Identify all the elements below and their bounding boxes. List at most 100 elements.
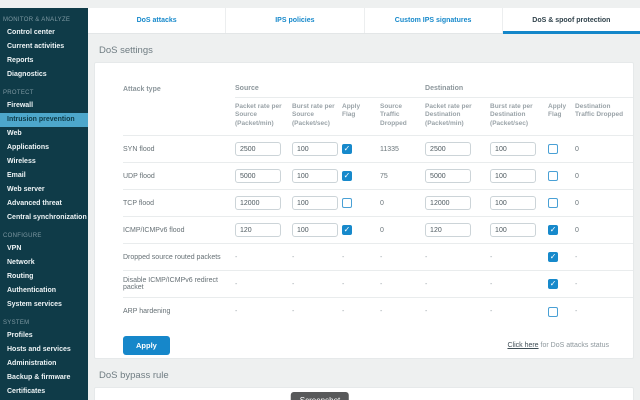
sidebar-item-profiles[interactable]: Profiles bbox=[0, 329, 88, 343]
input-udp-flood-src-rate[interactable] bbox=[235, 169, 281, 183]
sidebar-item-backup-firmware[interactable]: Backup & firmware bbox=[0, 371, 88, 385]
group-header-source: Source bbox=[235, 85, 425, 98]
cell-syn-flood-src-dropped: 11335 bbox=[380, 136, 425, 163]
sidebar-item-applications[interactable]: Applications bbox=[0, 141, 88, 155]
sidebar-item-system-services[interactable]: System services bbox=[0, 298, 88, 312]
column-header-src-burst: Burst rate per Source (Packet/sec) bbox=[292, 98, 342, 136]
cell-disable-icmp-icmpv6-redirect-packet-src-dropped: - bbox=[380, 271, 425, 298]
input-syn-flood-dst-burst[interactable] bbox=[490, 142, 536, 156]
column-header-dst-flag: Apply Flag bbox=[548, 98, 575, 136]
dos-settings-footer: Apply Click here for DoS attacks status bbox=[123, 336, 627, 355]
column-header-dst-burst: Burst rate per Destination (Packet/sec) bbox=[490, 98, 548, 136]
dos-settings-table: Attack typeSourceDestination Packet rate … bbox=[123, 85, 633, 325]
checkbox-udp-flood-dst-flag-unchecked[interactable] bbox=[548, 171, 558, 181]
input-icmp-icmpv6-flood-src-rate[interactable] bbox=[235, 223, 281, 237]
cell-tcp-flood-dst-dropped: 0 bbox=[575, 190, 633, 217]
input-icmp-icmpv6-flood-src-burst[interactable] bbox=[292, 223, 338, 237]
table-row-syn-flood: SYN flood 11335 0 bbox=[123, 136, 633, 163]
table-row-udp-flood: UDP flood750 bbox=[123, 163, 633, 190]
checkbox-tcp-flood-dst-flag-unchecked[interactable] bbox=[548, 198, 558, 208]
input-icmp-icmpv6-flood-dst-rate[interactable] bbox=[425, 223, 471, 237]
apply-button[interactable]: Apply bbox=[123, 336, 170, 355]
sidebar-item-certificates[interactable]: Certificates bbox=[0, 385, 88, 399]
screenshot-tooltip: Screenshot bbox=[291, 392, 349, 400]
input-udp-flood-dst-burst[interactable] bbox=[490, 169, 536, 183]
attack-type-label: SYN flood bbox=[123, 136, 235, 163]
cell-dropped-source-routed-packets-dst-rate: - bbox=[425, 244, 490, 271]
cell-icmp-icmpv6-flood-dst-dropped: 0 bbox=[575, 217, 633, 244]
input-icmp-icmpv6-flood-dst-burst[interactable] bbox=[490, 223, 536, 237]
cell-arp-hardening-src-flag: - bbox=[342, 298, 380, 325]
checkbox-udp-flood-src-flag-checked[interactable] bbox=[342, 171, 352, 181]
input-tcp-flood-dst-rate[interactable] bbox=[425, 196, 471, 210]
checkbox-icmp-icmpv6-flood-dst-flag-checked[interactable] bbox=[548, 225, 558, 235]
sidebar-item-email[interactable]: Email bbox=[0, 169, 88, 183]
table-row-dropped-source-routed-packets: Dropped source routed packets------- bbox=[123, 244, 633, 271]
group-header-destination: Destination bbox=[425, 85, 633, 98]
dos-bypass-rule-card bbox=[94, 387, 634, 400]
sidebar-section-header-protect: PROTECT bbox=[3, 90, 88, 96]
sidebar-item-wireless[interactable]: Wireless bbox=[0, 155, 88, 169]
cell-arp-hardening-src-dropped: - bbox=[380, 298, 425, 325]
sidebar-section-header-system: SYSTEM bbox=[3, 320, 88, 326]
sidebar-item-current-activities[interactable]: Current activities bbox=[0, 40, 88, 54]
sidebar-item-control-center[interactable]: Control center bbox=[0, 26, 88, 40]
dos-settings-title: DoS settings bbox=[99, 45, 634, 56]
input-syn-flood-src-burst[interactable] bbox=[292, 142, 338, 156]
table-row-arp-hardening: ARP hardening------- bbox=[123, 298, 633, 325]
sidebar-section-header-configure: CONFIGURE bbox=[3, 233, 88, 239]
dos-attacks-status-link[interactable]: Click here bbox=[507, 342, 538, 349]
sidebar-item-firewall[interactable]: Firewall bbox=[0, 99, 88, 113]
input-udp-flood-dst-rate[interactable] bbox=[425, 169, 471, 183]
sidebar-item-advanced-threat[interactable]: Advanced threat bbox=[0, 197, 88, 211]
dos-bypass-rule-title: DoS bypass rule bbox=[99, 370, 634, 381]
cell-dropped-source-routed-packets-src-flag: - bbox=[342, 244, 380, 271]
sidebar-item-web-server[interactable]: Web server bbox=[0, 183, 88, 197]
input-syn-flood-src-rate[interactable] bbox=[235, 142, 281, 156]
input-tcp-flood-src-burst[interactable] bbox=[292, 196, 338, 210]
input-tcp-flood-dst-burst[interactable] bbox=[490, 196, 536, 210]
sidebar-item-network[interactable]: Network bbox=[0, 256, 88, 270]
tab-ips-policies[interactable]: IPS policies bbox=[226, 8, 364, 33]
cell-udp-flood-dst-dropped: 0 bbox=[575, 163, 633, 190]
attack-type-label: Dropped source routed packets bbox=[123, 244, 235, 271]
sidebar-item-routing[interactable]: Routing bbox=[0, 270, 88, 284]
column-header-src-dropped: Source Traffic Dropped bbox=[380, 98, 425, 136]
cell-arp-hardening-dst-dropped: - bbox=[575, 298, 633, 325]
sidebar-item-administration[interactable]: Administration bbox=[0, 357, 88, 371]
input-udp-flood-src-burst[interactable] bbox=[292, 169, 338, 183]
cell-syn-flood-dst-dropped: 0 bbox=[575, 136, 633, 163]
checkbox-icmp-icmpv6-flood-src-flag-checked[interactable] bbox=[342, 225, 352, 235]
tab-dos-spoof-protection[interactable]: DoS & spoof protection bbox=[503, 8, 640, 33]
column-header-src-rate: Packet rate per Source (Packet/min) bbox=[235, 98, 292, 136]
attack-type-label: UDP flood bbox=[123, 163, 235, 190]
sidebar-item-diagnostics[interactable]: Diagnostics bbox=[0, 68, 88, 82]
checkbox-dropped-source-routed-packets-dst-flag-checked[interactable] bbox=[548, 252, 558, 262]
sidebar-item-central-synchronization[interactable]: Central synchronization bbox=[0, 211, 88, 225]
table-row-disable-icmp-icmpv6-redirect-packet: Disable ICMP/ICMPv6 redirect packet-----… bbox=[123, 271, 633, 298]
column-header-src-flag: Apply Flag bbox=[342, 98, 380, 136]
sidebar-item-web[interactable]: Web bbox=[0, 127, 88, 141]
table-row-tcp-flood: TCP flood00 bbox=[123, 190, 633, 217]
tab-custom-ips-signatures[interactable]: Custom IPS signatures bbox=[365, 8, 503, 33]
tab-dos-attacks[interactable]: DoS attacks bbox=[88, 8, 226, 33]
cell-dropped-source-routed-packets-dst-dropped: - bbox=[575, 244, 633, 271]
sidebar-item-intrusion-prevention[interactable]: Intrusion prevention bbox=[0, 113, 88, 127]
sidebar-item-vpn[interactable]: VPN bbox=[0, 242, 88, 256]
cell-dropped-source-routed-packets-dst-burst: - bbox=[490, 244, 548, 271]
checkbox-syn-flood-dst-flag-unchecked[interactable] bbox=[548, 144, 558, 154]
checkbox-disable-icmp-icmpv6-redirect-packet-dst-flag-checked[interactable] bbox=[548, 279, 558, 289]
input-tcp-flood-src-rate[interactable] bbox=[235, 196, 281, 210]
sidebar-item-authentication[interactable]: Authentication bbox=[0, 284, 88, 298]
checkbox-tcp-flood-src-flag-unchecked[interactable] bbox=[342, 198, 352, 208]
column-header-attack-type: Attack type bbox=[123, 85, 235, 136]
attack-type-label: ARP hardening bbox=[123, 298, 235, 325]
checkbox-syn-flood-src-flag-checked[interactable] bbox=[342, 144, 352, 154]
sidebar-item-hosts-and-services[interactable]: Hosts and services bbox=[0, 343, 88, 357]
cell-dropped-source-routed-packets-src-burst: - bbox=[292, 244, 342, 271]
tab-bar: DoS attacksIPS policiesCustom IPS signat… bbox=[88, 8, 640, 34]
sidebar-item-reports[interactable]: Reports bbox=[0, 54, 88, 68]
checkbox-arp-hardening-dst-flag-unchecked[interactable] bbox=[548, 307, 558, 317]
sidebar-section-header-monitor-analyze: MONITOR & ANALYZE bbox=[3, 17, 88, 23]
input-syn-flood-dst-rate[interactable] bbox=[425, 142, 471, 156]
